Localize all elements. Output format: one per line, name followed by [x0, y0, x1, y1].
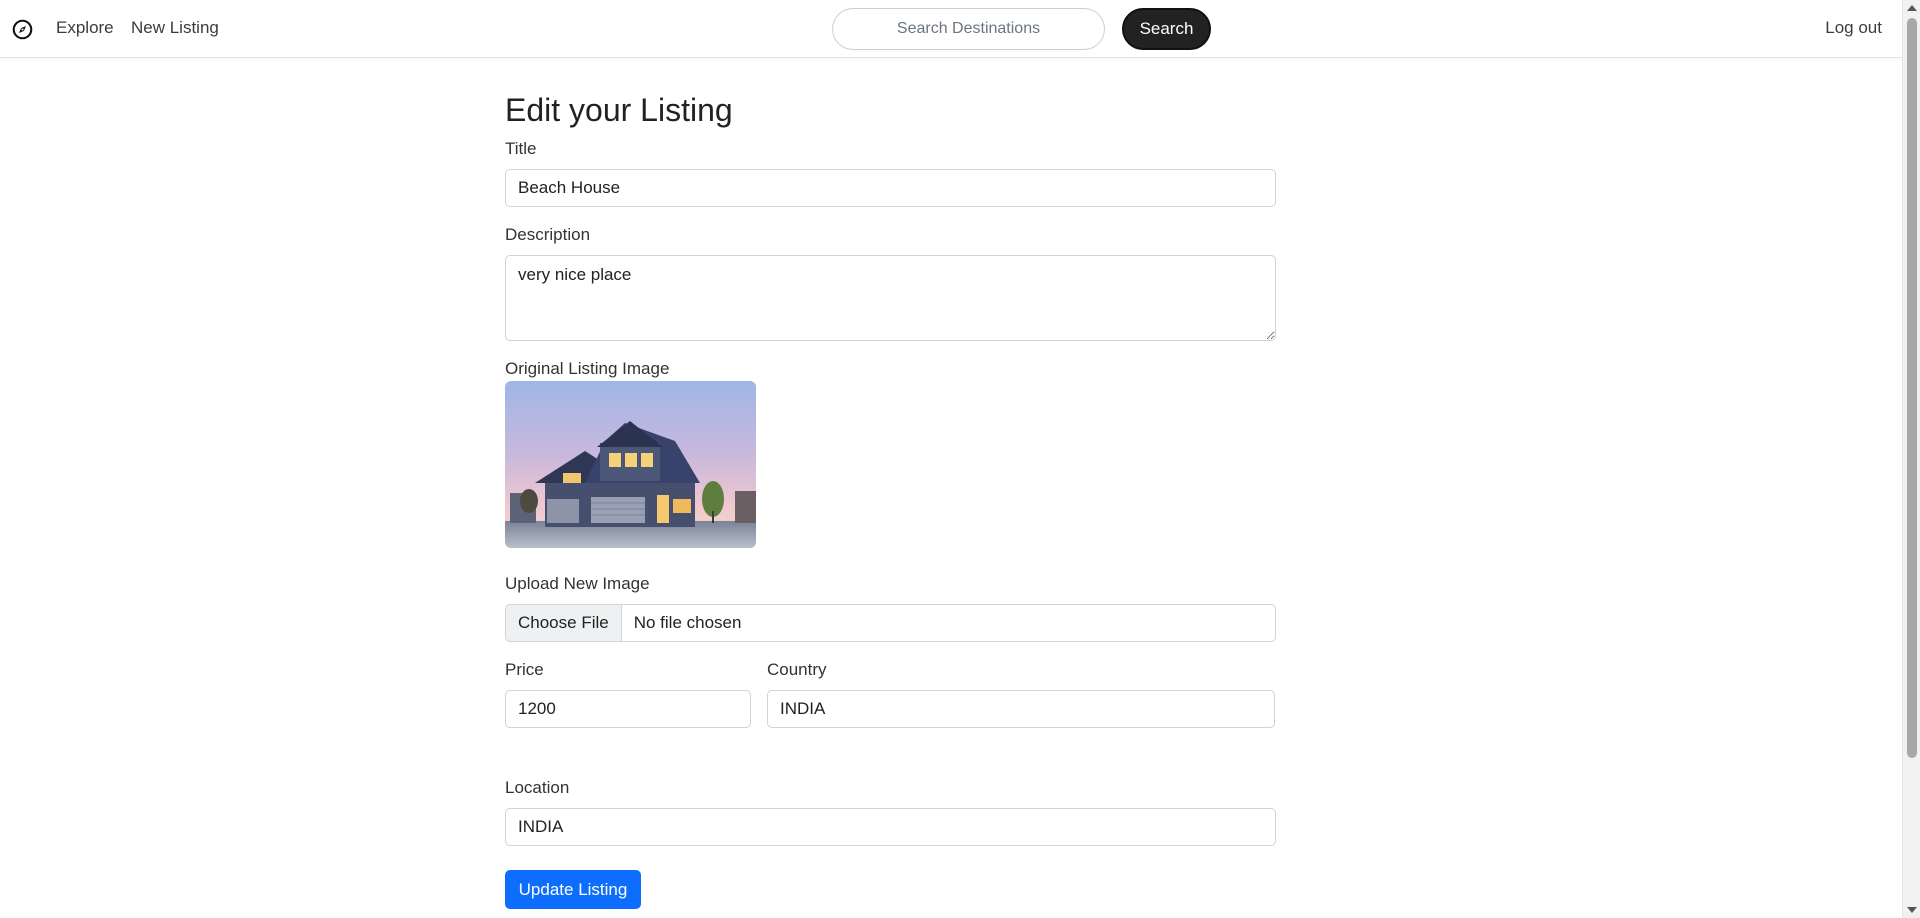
file-status-text: No file chosen: [633, 613, 742, 632]
search-button[interactable]: Search: [1122, 8, 1211, 50]
country-input[interactable]: [767, 690, 1275, 728]
nav-new-listing-link[interactable]: New Listing: [131, 18, 219, 38]
listing-image: [505, 381, 756, 548]
upload-image-label: Upload New Image: [505, 574, 650, 593]
top-navbar: Explore New Listing Search Log out: [0, 0, 1902, 58]
house-photo: [505, 381, 756, 548]
update-listing-button[interactable]: Update Listing: [505, 870, 641, 909]
price-input[interactable]: [505, 690, 751, 728]
scroll-down-arrow-icon[interactable]: [1907, 907, 1917, 913]
description-textarea[interactable]: very nice place: [505, 255, 1276, 341]
location-label: Location: [505, 778, 570, 797]
search-destinations-input[interactable]: [832, 8, 1105, 50]
original-image-label: Original Listing Image: [505, 359, 670, 378]
page-scrollbar[interactable]: [1902, 0, 1920, 918]
image-file-input[interactable]: Choose File No file chosen: [505, 604, 1276, 642]
nav-explore-link[interactable]: Explore: [56, 18, 114, 38]
scrollbar-thumb[interactable]: [1907, 18, 1917, 758]
logout-link[interactable]: Log out: [1825, 18, 1882, 38]
description-label: Description: [505, 225, 591, 244]
compass-icon[interactable]: [12, 19, 33, 40]
location-input[interactable]: [505, 808, 1276, 846]
price-label: Price: [505, 660, 544, 679]
scroll-up-arrow-icon[interactable]: [1907, 5, 1917, 11]
choose-file-button[interactable]: Choose File: [506, 605, 622, 641]
title-label: Title: [505, 139, 537, 158]
country-label: Country: [767, 660, 827, 679]
page-title: Edit your Listing: [505, 92, 733, 128]
title-input[interactable]: [505, 169, 1276, 207]
